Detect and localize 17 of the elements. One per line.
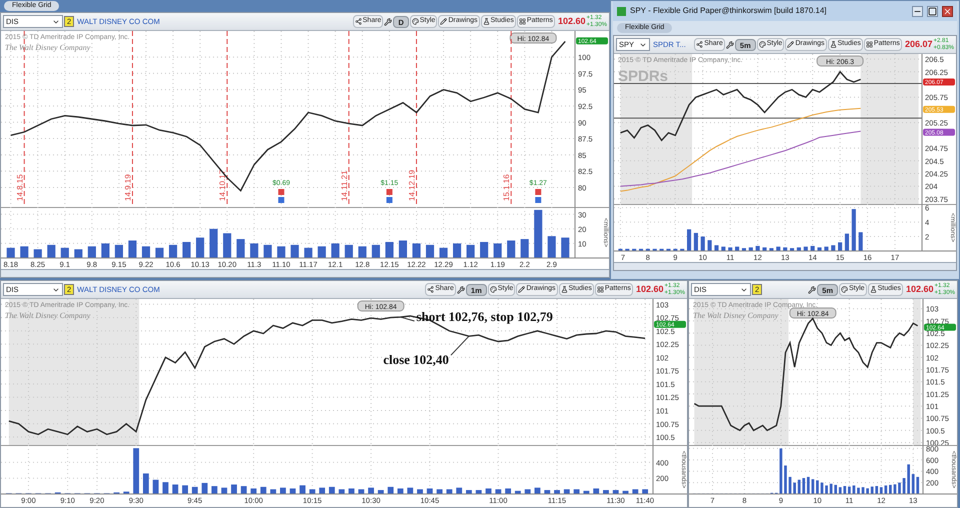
- last-price: 102.60: [558, 14, 586, 28]
- last-price: 102.60: [906, 282, 934, 296]
- event-date: 14.12.19: [407, 170, 416, 201]
- event-date: 14.11.21: [340, 170, 349, 201]
- last-price: 206.07: [904, 38, 932, 51]
- logo-text: The Walt Disney Company: [5, 42, 90, 53]
- trade-note: close 102,40: [383, 352, 449, 368]
- logo-text: The Walt Disney Company: [693, 310, 778, 321]
- last-price: 102.60: [636, 282, 664, 296]
- event-date: 14.9.19: [123, 174, 132, 201]
- event-date: 14.10.17: [218, 170, 228, 201]
- trade-note: short 102,76, stop 102,79: [416, 309, 553, 324]
- event-date: 15.1.16: [502, 174, 512, 201]
- logo-text: SPDRs: [618, 69, 668, 85]
- window-title: SPY - Flexible Grid Paper@thinkorswim [build 1870.14]: [630, 5, 828, 17]
- logo-text: The Walt Disney Company: [5, 310, 90, 321]
- event-date: 14.8.15: [15, 174, 24, 201]
